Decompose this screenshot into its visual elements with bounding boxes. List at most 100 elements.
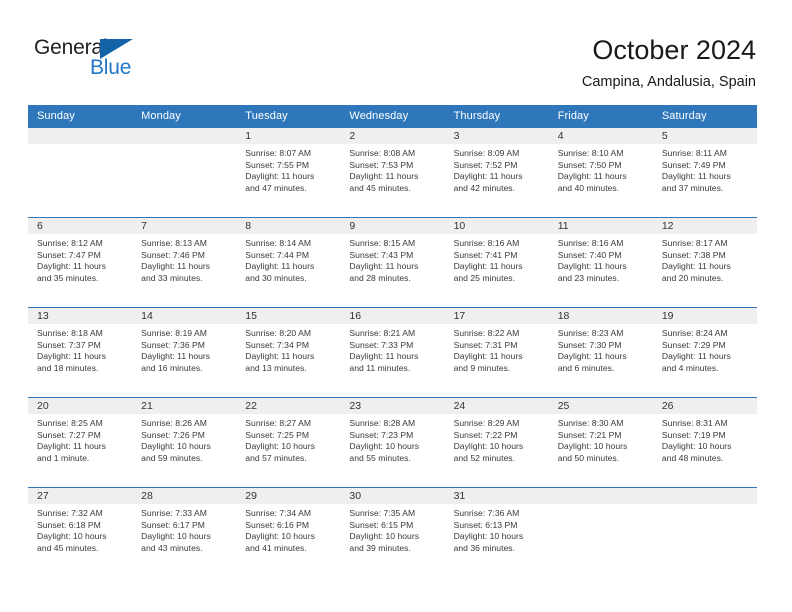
- day-info-line: Daylight: 11 hours: [37, 261, 106, 272]
- title-block: October 2024 Campina, Andalusia, Spain: [582, 34, 756, 91]
- day-cell[interactable]: 3 Sunrise: 8:09 AM Sunset: 7:52 PM Daylight…: [444, 127, 549, 218]
- day-number-band: 24: [444, 398, 549, 414]
- day-info-line: Sunrise: 8:18 AM: [37, 328, 103, 338]
- day-sun-info: Sunrise: 7:33 AM Sunset: 6:17 PM Daylight:…: [132, 504, 236, 554]
- day-info-line: Daylight: 11 hours: [453, 261, 523, 272]
- day-number-band: [28, 128, 133, 144]
- day-info-line: Sunset: 7:19 PM: [661, 429, 726, 440]
- day-info-line: and 48 minutes.: [661, 452, 724, 463]
- day-number: 4: [557, 130, 564, 142]
- day-cell[interactable]: 7 Sunrise: 8:13 AM Sunset: 7:46 PM Daylight…: [132, 217, 237, 308]
- day-cell[interactable]: 19 Sunrise: 8:24 AM Sunset: 7:29 PM Dayligh…: [652, 307, 757, 398]
- day-cell[interactable]: 29 Sunrise: 7:34 AM Sunset: 6:16 PM Dayligh…: [236, 487, 341, 577]
- day-info-line: Sunset: 7:37 PM: [37, 339, 101, 350]
- day-info-line: Sunset: 7:22 PM: [453, 429, 518, 440]
- day-cell[interactable]: 28 Sunrise: 7:33 AM Sunset: 6:17 PM Dayligh…: [132, 487, 237, 577]
- day-info-line: Sunrise: 8:09 AM: [453, 148, 520, 158]
- day-info-line: Sunrise: 8:20 AM: [245, 328, 312, 338]
- day-sun-info: Sunrise: 8:16 AM Sunset: 7:40 PM Daylight:…: [549, 234, 653, 284]
- day-info-line: and 33 minutes.: [141, 272, 203, 283]
- day-number-band: 30: [340, 488, 445, 504]
- day-info-line: and 23 minutes.: [557, 272, 620, 283]
- day-number-band: 26: [652, 398, 757, 414]
- day-cell[interactable]: 8 Sunrise: 8:14 AM Sunset: 7:44 PM Daylight…: [236, 217, 341, 308]
- day-cell[interactable]: 26 Sunrise: 8:31 AM Sunset: 7:19 PM Dayligh…: [652, 397, 757, 488]
- day-cell[interactable]: 17 Sunrise: 8:22 AM Sunset: 7:31 PM Dayligh…: [444, 307, 549, 398]
- day-info-line: Daylight: 10 hours: [349, 441, 420, 452]
- day-number: 6: [37, 220, 43, 232]
- day-number-band: 4: [548, 128, 653, 144]
- day-cell[interactable]: 15 Sunrise: 8:20 AM Sunset: 7:34 PM Dayligh…: [236, 307, 341, 398]
- day-number-band: 14: [132, 308, 237, 324]
- general-blue-logo: General Blue: [34, 36, 204, 88]
- day-info-line: Sunrise: 8:12 AM: [37, 238, 103, 248]
- day-number: 30: [349, 490, 362, 502]
- day-sun-info: [653, 504, 757, 508]
- day-cell[interactable]: 16 Sunrise: 8:21 AM Sunset: 7:33 PM Dayligh…: [340, 307, 445, 398]
- day-cell[interactable]: 23 Sunrise: 8:28 AM Sunset: 7:23 PM Dayligh…: [340, 397, 445, 488]
- day-cell[interactable]: 9 Sunrise: 8:15 AM Sunset: 7:43 PM Daylight…: [340, 217, 445, 308]
- day-cell[interactable]: 25 Sunrise: 8:30 AM Sunset: 7:21 PM Dayligh…: [548, 397, 653, 488]
- day-info-line: and 1 minute.: [37, 452, 90, 463]
- day-cell[interactable]: 22 Sunrise: 8:27 AM Sunset: 7:25 PM Dayligh…: [236, 397, 341, 488]
- day-cell[interactable]: 4 Sunrise: 8:10 AM Sunset: 7:50 PM Daylight…: [548, 127, 653, 218]
- day-cell[interactable]: 31 Sunrise: 7:36 AM Sunset: 6:13 PM Dayligh…: [444, 487, 549, 577]
- day-sun-info: Sunrise: 8:28 AM Sunset: 7:23 PM Daylight:…: [340, 414, 444, 464]
- day-info-line: Daylight: 10 hours: [245, 531, 315, 542]
- day-info-line: Sunset: 7:31 PM: [453, 339, 518, 350]
- day-info-line: Daylight: 11 hours: [37, 441, 106, 452]
- day-number: 8: [245, 220, 252, 232]
- day-cell[interactable]: 21 Sunrise: 8:26 AM Sunset: 7:26 PM Dayligh…: [132, 397, 237, 488]
- day-cell[interactable]: 14 Sunrise: 8:19 AM Sunset: 7:36 PM Dayligh…: [132, 307, 237, 398]
- day-sun-info: Sunrise: 8:17 AM Sunset: 7:38 PM Daylight:…: [653, 234, 757, 284]
- day-info-line: Sunrise: 7:36 AM: [453, 508, 520, 518]
- day-number: 24: [453, 400, 466, 412]
- day-cell[interactable]: 10 Sunrise: 8:16 AM Sunset: 7:41 PM Dayligh…: [444, 217, 549, 308]
- day-cell[interactable]: 6 Sunrise: 8:12 AM Sunset: 7:47 PM Daylight…: [28, 217, 133, 308]
- day-cell[interactable]: 2 Sunrise: 8:08 AM Sunset: 7:53 PM Daylight…: [340, 127, 445, 218]
- day-info-line: and 47 minutes.: [245, 182, 307, 193]
- day-number-band: 6: [28, 218, 133, 234]
- day-number-band: 13: [28, 308, 133, 324]
- day-number: 9: [349, 220, 356, 232]
- day-cell[interactable]: 24 Sunrise: 8:29 AM Sunset: 7:22 PM Dayligh…: [444, 397, 549, 488]
- day-cell[interactable]: 13 Sunrise: 8:18 AM Sunset: 7:37 PM Dayligh…: [28, 307, 133, 398]
- day-info-line: Sunrise: 8:11 AM: [661, 148, 727, 158]
- day-cell[interactable]: 12 Sunrise: 8:17 AM Sunset: 7:38 PM Dayligh…: [652, 217, 757, 308]
- day-info-line: Daylight: 10 hours: [37, 531, 107, 542]
- day-sun-info: [132, 144, 236, 148]
- day-number-band: 9: [340, 218, 445, 234]
- day-cell[interactable]: 11 Sunrise: 8:16 AM Sunset: 7:40 PM Dayligh…: [548, 217, 653, 308]
- day-info-line: Sunrise: 7:32 AM: [37, 508, 103, 518]
- day-cell[interactable]: 18 Sunrise: 8:23 AM Sunset: 7:30 PM Dayligh…: [548, 307, 653, 398]
- day-info-line: Sunrise: 8:24 AM: [661, 328, 728, 338]
- weekday-header-friday: Friday: [548, 105, 653, 128]
- day-number: 22: [245, 400, 257, 412]
- day-number: 1: [245, 130, 252, 142]
- day-sun-info: Sunrise: 7:35 AM Sunset: 6:15 PM Daylight:…: [340, 504, 444, 554]
- day-info-line: Sunset: 6:18 PM: [37, 519, 101, 530]
- day-info-line: Sunset: 7:55 PM: [245, 159, 310, 170]
- day-info-line: Sunrise: 8:07 AM: [245, 148, 312, 158]
- day-info-line: and 37 minutes.: [661, 182, 724, 193]
- day-sun-info: Sunrise: 8:16 AM Sunset: 7:41 PM Daylight:…: [445, 234, 549, 284]
- day-number: 11: [557, 220, 569, 232]
- day-cell[interactable]: 5 Sunrise: 8:11 AM Sunset: 7:49 PM Daylight…: [652, 127, 757, 218]
- calendar-page: General Blue October 2024 Campina, Andal…: [0, 0, 792, 612]
- day-cell[interactable]: 27 Sunrise: 7:32 AM Sunset: 6:18 PM Dayligh…: [28, 487, 133, 577]
- day-info-line: and 59 minutes.: [141, 452, 203, 463]
- day-info-line: Daylight: 10 hours: [141, 531, 211, 542]
- day-info-line: and 55 minutes.: [349, 452, 411, 463]
- day-number-band: 17: [444, 308, 549, 324]
- day-cell[interactable]: 1 Sunrise: 8:07 AM Sunset: 7:55 PM Daylight…: [236, 127, 341, 218]
- day-info-line: Sunrise: 8:22 AM: [453, 328, 520, 338]
- day-info-line: Sunrise: 7:34 AM: [245, 508, 312, 518]
- day-info-line: Sunset: 7:33 PM: [349, 339, 414, 350]
- day-info-line: Sunset: 7:27 PM: [37, 429, 101, 440]
- day-cell[interactable]: 30 Sunrise: 7:35 AM Sunset: 6:15 PM Dayligh…: [340, 487, 445, 577]
- day-number: 12: [661, 220, 674, 232]
- day-cell[interactable]: 20 Sunrise: 8:25 AM Sunset: 7:27 PM Dayligh…: [28, 397, 133, 488]
- day-info-line: and 41 minutes.: [245, 542, 307, 553]
- day-number-band: 22: [236, 398, 341, 414]
- calendar-table: Sunday Monday Tuesday Wednesday Thursday Frid…: [28, 105, 757, 577]
